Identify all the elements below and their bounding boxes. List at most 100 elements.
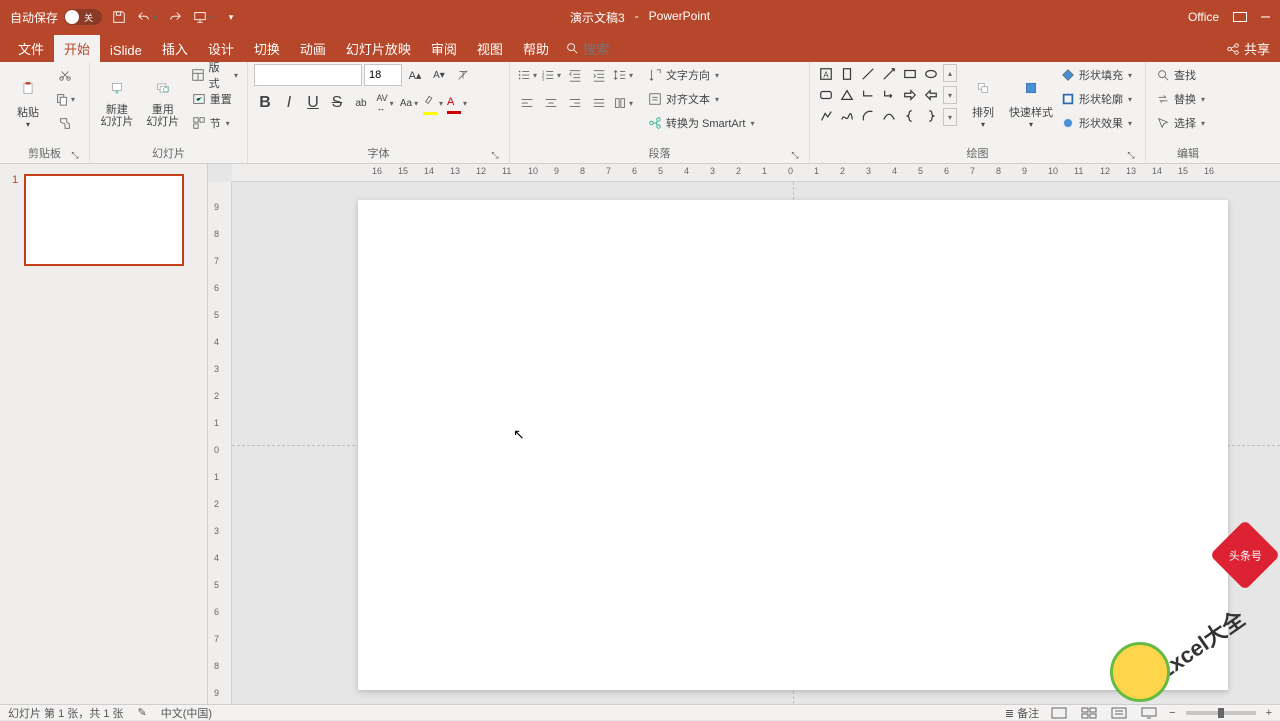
strikethrough-icon[interactable]: S — [326, 92, 348, 114]
tab-insert[interactable]: 插入 — [152, 35, 198, 62]
search-icon[interactable] — [565, 41, 579, 58]
shapes-scroll-down-icon[interactable]: ▾ — [943, 86, 957, 104]
shape-rect-icon[interactable] — [900, 64, 920, 84]
shape-line-icon[interactable] — [858, 64, 878, 84]
tab-review[interactable]: 审阅 — [421, 35, 467, 62]
search-input[interactable] — [583, 42, 643, 57]
quick-styles-button[interactable]: 快速样式▾ — [1009, 64, 1053, 138]
tab-view[interactable]: 视图 — [467, 35, 513, 62]
italic-icon[interactable]: I — [278, 92, 300, 114]
increase-indent-icon[interactable] — [588, 64, 610, 86]
shapes-scroll-up-icon[interactable]: ▴ — [943, 64, 957, 82]
shape-arrowline-icon[interactable] — [879, 64, 899, 84]
numbering-icon[interactable]: 123 — [540, 64, 562, 86]
qat-customize-icon[interactable]: ▾ — [220, 6, 242, 28]
align-text-button[interactable]: 对齐文本 — [644, 88, 757, 110]
format-painter-icon[interactable] — [54, 112, 76, 134]
decrease-indent-icon[interactable] — [564, 64, 586, 86]
tab-file[interactable]: 文件 — [8, 35, 54, 62]
shape-textbox-icon[interactable]: A — [816, 64, 836, 84]
underline-icon[interactable]: U — [302, 92, 324, 114]
shape-triangle-icon[interactable] — [837, 85, 857, 105]
tab-help[interactable]: 帮助 — [513, 35, 559, 62]
shape-lbrace-icon[interactable] — [900, 106, 920, 126]
paragraph-launcher-icon[interactable]: ⤡ — [789, 149, 801, 161]
shape-elbow-arrow-icon[interactable] — [879, 85, 899, 105]
paste-button[interactable]: 粘贴 ▾ — [6, 64, 50, 138]
tab-design[interactable]: 设计 — [198, 35, 244, 62]
change-case-icon[interactable]: Aa — [398, 92, 420, 114]
shapes-gallery[interactable]: A — [816, 64, 941, 126]
font-size-input[interactable] — [364, 64, 402, 86]
shape-roundrect-icon[interactable] — [816, 85, 836, 105]
shape-arc-icon[interactable] — [858, 106, 878, 126]
spellcheck-icon[interactable]: ✎ — [138, 706, 147, 719]
arrange-button[interactable]: 排列▾ — [961, 64, 1005, 138]
layout-button[interactable]: 版式 — [188, 64, 241, 86]
convert-smartart-button[interactable]: 转换为 SmartArt — [644, 112, 757, 134]
tab-slideshow[interactable]: 幻灯片放映 — [336, 35, 421, 62]
decrease-font-icon[interactable]: A▾ — [428, 64, 450, 86]
shapes-more-icon[interactable]: ▾ — [943, 108, 957, 126]
find-button[interactable]: 查找 — [1152, 64, 1199, 86]
font-launcher-icon[interactable]: ⤡ — [489, 149, 501, 161]
tab-islide[interactable]: iSlide — [100, 39, 152, 62]
highlight-color-icon[interactable] — [422, 92, 444, 114]
zoom-in-icon[interactable]: + — [1266, 707, 1272, 719]
slide-thumbnail-1[interactable] — [24, 174, 184, 266]
shape-fill-button[interactable]: 形状填充 — [1057, 64, 1135, 86]
language-status[interactable]: 中文(中国) — [161, 705, 212, 721]
zoom-slider[interactable] — [1186, 711, 1256, 715]
tab-home[interactable]: 开始 — [54, 35, 100, 62]
font-color-icon[interactable]: A — [446, 92, 468, 114]
select-button[interactable]: 选择 — [1152, 112, 1208, 134]
slide-thumbnail-panel[interactable]: 1 — [0, 164, 208, 704]
slideshow-view-icon[interactable] — [1139, 706, 1159, 720]
save-icon[interactable] — [108, 6, 130, 28]
undo-button[interactable] — [136, 6, 158, 28]
slide-canvas[interactable] — [358, 200, 1228, 690]
shape-elbow-icon[interactable] — [858, 85, 878, 105]
redo-button[interactable] — [164, 6, 186, 28]
text-direction-button[interactable]: 文字方向 — [644, 64, 757, 86]
clear-formatting-icon[interactable] — [452, 64, 474, 86]
shape-curve-icon[interactable] — [879, 106, 899, 126]
align-right-icon[interactable] — [564, 92, 586, 114]
line-spacing-icon[interactable] — [612, 64, 634, 86]
drawing-launcher-icon[interactable]: ⤡ — [1125, 149, 1137, 161]
tab-transitions[interactable]: 切换 — [244, 35, 290, 62]
bold-icon[interactable]: B — [254, 92, 276, 114]
shape-oval-icon[interactable] — [921, 64, 941, 84]
shape-right-arrow-icon[interactable] — [900, 85, 920, 105]
shape-freeform-icon[interactable] — [816, 106, 836, 126]
reading-view-icon[interactable] — [1109, 706, 1129, 720]
font-name-input[interactable] — [254, 64, 362, 86]
start-slideshow-button[interactable] — [192, 6, 214, 28]
shape-left-arrow-icon[interactable] — [921, 85, 941, 105]
tab-animations[interactable]: 动画 — [290, 35, 336, 62]
columns-icon[interactable] — [612, 92, 634, 114]
justify-icon[interactable] — [588, 92, 610, 114]
minimize-icon[interactable]: – — [1261, 8, 1270, 26]
shape-outline-button[interactable]: 形状轮廓 — [1057, 88, 1135, 110]
sorter-view-icon[interactable] — [1079, 706, 1099, 720]
text-shadow-icon[interactable]: ab — [350, 92, 372, 114]
reset-button[interactable]: 重置 — [188, 88, 241, 110]
shape-vtextbox-icon[interactable] — [837, 64, 857, 84]
share-button[interactable]: 共享 — [1216, 35, 1280, 62]
shape-rbrace-icon[interactable] — [921, 106, 941, 126]
char-spacing-icon[interactable]: AV↔ — [374, 92, 396, 114]
zoom-out-icon[interactable]: − — [1169, 707, 1175, 719]
ribbon-display-options-icon[interactable] — [1233, 12, 1247, 22]
new-slide-button[interactable]: 新建 幻灯片 — [96, 64, 138, 138]
increase-font-icon[interactable]: A▴ — [404, 64, 426, 86]
reuse-slides-button[interactable]: 重用 幻灯片 — [142, 64, 184, 138]
shape-effects-button[interactable]: 形状效果 — [1057, 112, 1135, 134]
cut-icon[interactable] — [54, 64, 76, 86]
autosave-toggle[interactable]: 关 — [64, 9, 102, 25]
copy-icon[interactable] — [54, 88, 76, 110]
section-button[interactable]: 节 — [188, 112, 241, 134]
replace-button[interactable]: 替换 — [1152, 88, 1208, 110]
clipboard-launcher-icon[interactable]: ⤡ — [69, 149, 81, 161]
normal-view-icon[interactable] — [1049, 706, 1069, 720]
